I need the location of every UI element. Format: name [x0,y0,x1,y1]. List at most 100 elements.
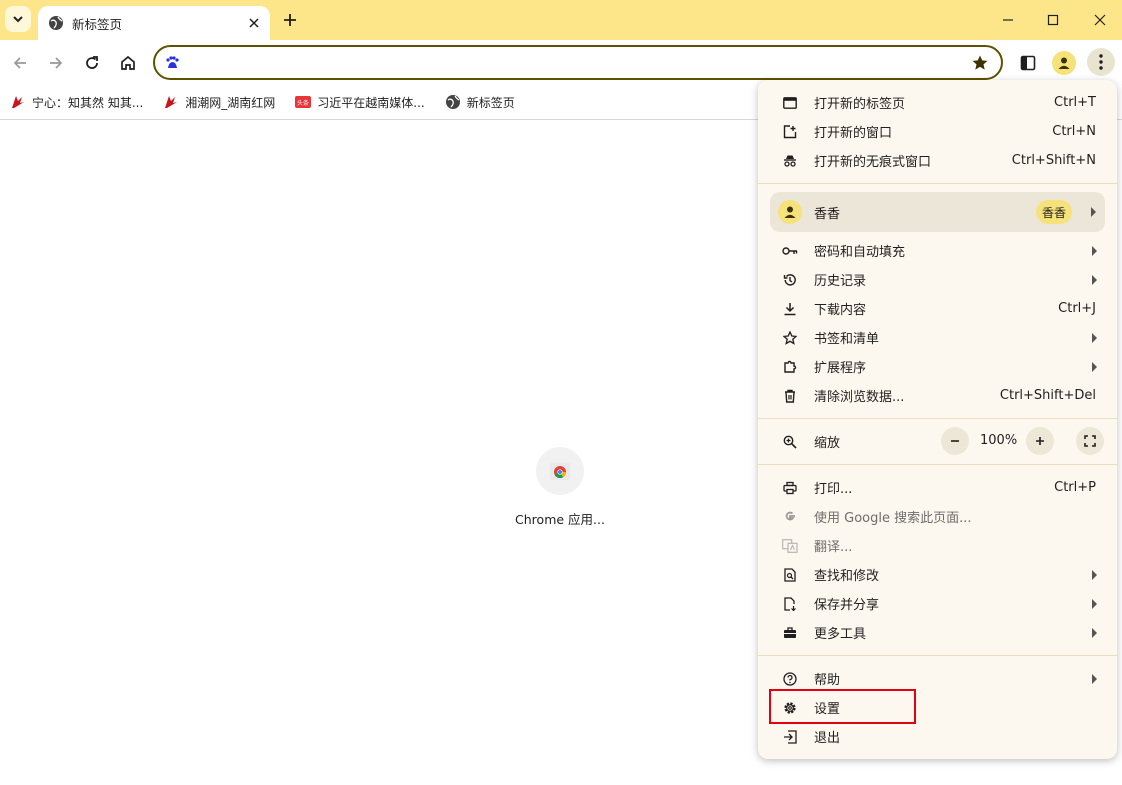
download-icon [782,301,798,317]
puzzle-icon [782,359,798,375]
chevron-right-icon [1092,332,1097,343]
bookmark-item[interactable]: 湘潮网_湖南红网 [163,94,275,111]
menu-history[interactable]: 历史记录 [758,265,1117,294]
profile-name: 香香 [814,207,841,222]
plus-icon [1036,437,1044,445]
chrome-main-menu: 打开新的标签页 Ctrl+T 打开新的窗口 Ctrl+N 打开新的无痕式窗口 C… [758,80,1117,759]
key-icon [782,243,798,259]
menu-passwords[interactable]: 密码和自动填充 [758,236,1117,265]
chevron-right-icon [1092,569,1097,580]
menu-extensions[interactable]: 扩展程序 [758,352,1117,381]
fullscreen-icon [1084,435,1096,447]
zoom-out-button[interactable] [941,427,969,455]
chevron-right-icon [1092,598,1097,609]
menu-profile[interactable]: 香香 香香 [770,192,1105,232]
history-icon [782,272,798,288]
fullscreen-button[interactable] [1076,427,1104,455]
star-outline-icon [782,330,798,346]
profile-button[interactable] [1052,51,1076,75]
baidu-icon [164,55,180,71]
arrow-left-icon [13,57,26,69]
tab-strip: 新标签页 [0,0,1122,40]
minimize-icon [1003,19,1013,21]
menu-separator [758,464,1117,465]
bookmark-item[interactable]: 头条 习近平在越南媒体... [295,94,425,111]
chrome-apps-icon [536,447,584,495]
close-icon [1094,14,1106,26]
help-icon [782,671,798,687]
profile-chip: 香香 [1036,200,1072,224]
plus-icon [284,14,296,26]
google-g-icon [782,509,798,525]
bookmark-item[interactable]: 宁心：知其然 知其... [10,94,143,111]
menu-translate[interactable]: 翻译... [758,531,1117,560]
menu-more-tools[interactable]: 更多工具 [758,618,1117,647]
chevron-right-icon [1092,361,1097,372]
back-button[interactable] [8,51,32,75]
more-vertical-icon [1099,54,1103,70]
bookmark-item[interactable]: 新标签页 [445,94,515,111]
menu-button[interactable] [1087,48,1115,76]
menu-new-tab[interactable]: 打开新的标签页 Ctrl+T [758,88,1117,117]
menu-print[interactable]: 打印... Ctrl+P [758,473,1117,502]
address-bar[interactable] [153,45,1003,80]
menu-zoom: 缩放 [758,427,1117,456]
chevron-right-icon [1092,673,1097,684]
bookmark-star-icon[interactable] [971,54,989,72]
minimize-button[interactable] [996,8,1020,32]
menu-save-share[interactable]: 保存并分享 [758,589,1117,618]
chevron-right-icon [1091,207,1096,217]
person-icon [778,200,802,224]
menu-exit[interactable]: 退出 [758,722,1117,751]
globe-icon [445,94,461,110]
zoom-in-button[interactable] [1026,427,1054,455]
menu-find[interactable]: 查找和修改 [758,560,1117,589]
forward-button[interactable] [44,51,68,75]
rednet-icon [10,94,26,110]
tab-close-icon[interactable] [246,15,262,31]
home-icon [121,55,135,70]
home-button[interactable] [116,51,140,75]
chevron-right-icon [1092,274,1097,285]
reload-icon [86,56,98,69]
new-tab-button[interactable] [280,10,300,30]
zoom-icon [782,434,798,450]
toutiao-icon: 头条 [295,94,312,110]
maximize-icon [1047,14,1059,26]
tab-new-tab[interactable]: 新标签页 [38,6,270,40]
close-window-button[interactable] [1088,8,1112,32]
chevron-down-icon [13,16,23,23]
new-window-icon [782,124,798,140]
menu-clear-data[interactable]: 清除浏览数据... Ctrl+Shift+Del [758,381,1117,410]
maximize-button[interactable] [1041,8,1065,32]
globe-icon [48,15,64,31]
arrow-right-icon [50,57,63,69]
menu-new-window[interactable]: 打开新的窗口 Ctrl+N [758,117,1117,146]
chevron-right-icon [1092,627,1097,638]
exit-icon [782,729,798,745]
menu-incognito[interactable]: 打开新的无痕式窗口 Ctrl+Shift+N [758,146,1117,175]
trash-icon [782,388,798,404]
save-share-icon [782,596,798,612]
tab-title: 新标签页 [72,16,123,32]
tab-search-button[interactable] [5,6,31,32]
menu-separator [758,183,1117,184]
menu-separator [758,418,1117,419]
menu-downloads[interactable]: 下载内容 Ctrl+J [758,294,1117,323]
minus-icon [951,440,959,442]
translate-icon [782,538,798,554]
zoom-value: 100% [980,433,1018,448]
menu-bookmarks[interactable]: 书签和清单 [758,323,1117,352]
printer-icon [782,480,798,496]
chevron-right-icon [1092,245,1097,256]
reload-button[interactable] [80,51,104,75]
side-panel-button[interactable] [1016,51,1040,75]
menu-google-search[interactable]: 使用 Google 搜索此页面... [758,502,1117,531]
find-in-page-icon [782,567,798,583]
toolbox-icon [782,625,798,641]
settings-highlight-box [769,689,916,724]
incognito-icon [782,153,798,169]
shortcut-chrome-apps[interactable]: Chrome 应用... [510,447,610,528]
rednet-icon [163,94,179,110]
svg-text:头条: 头条 [297,99,309,107]
